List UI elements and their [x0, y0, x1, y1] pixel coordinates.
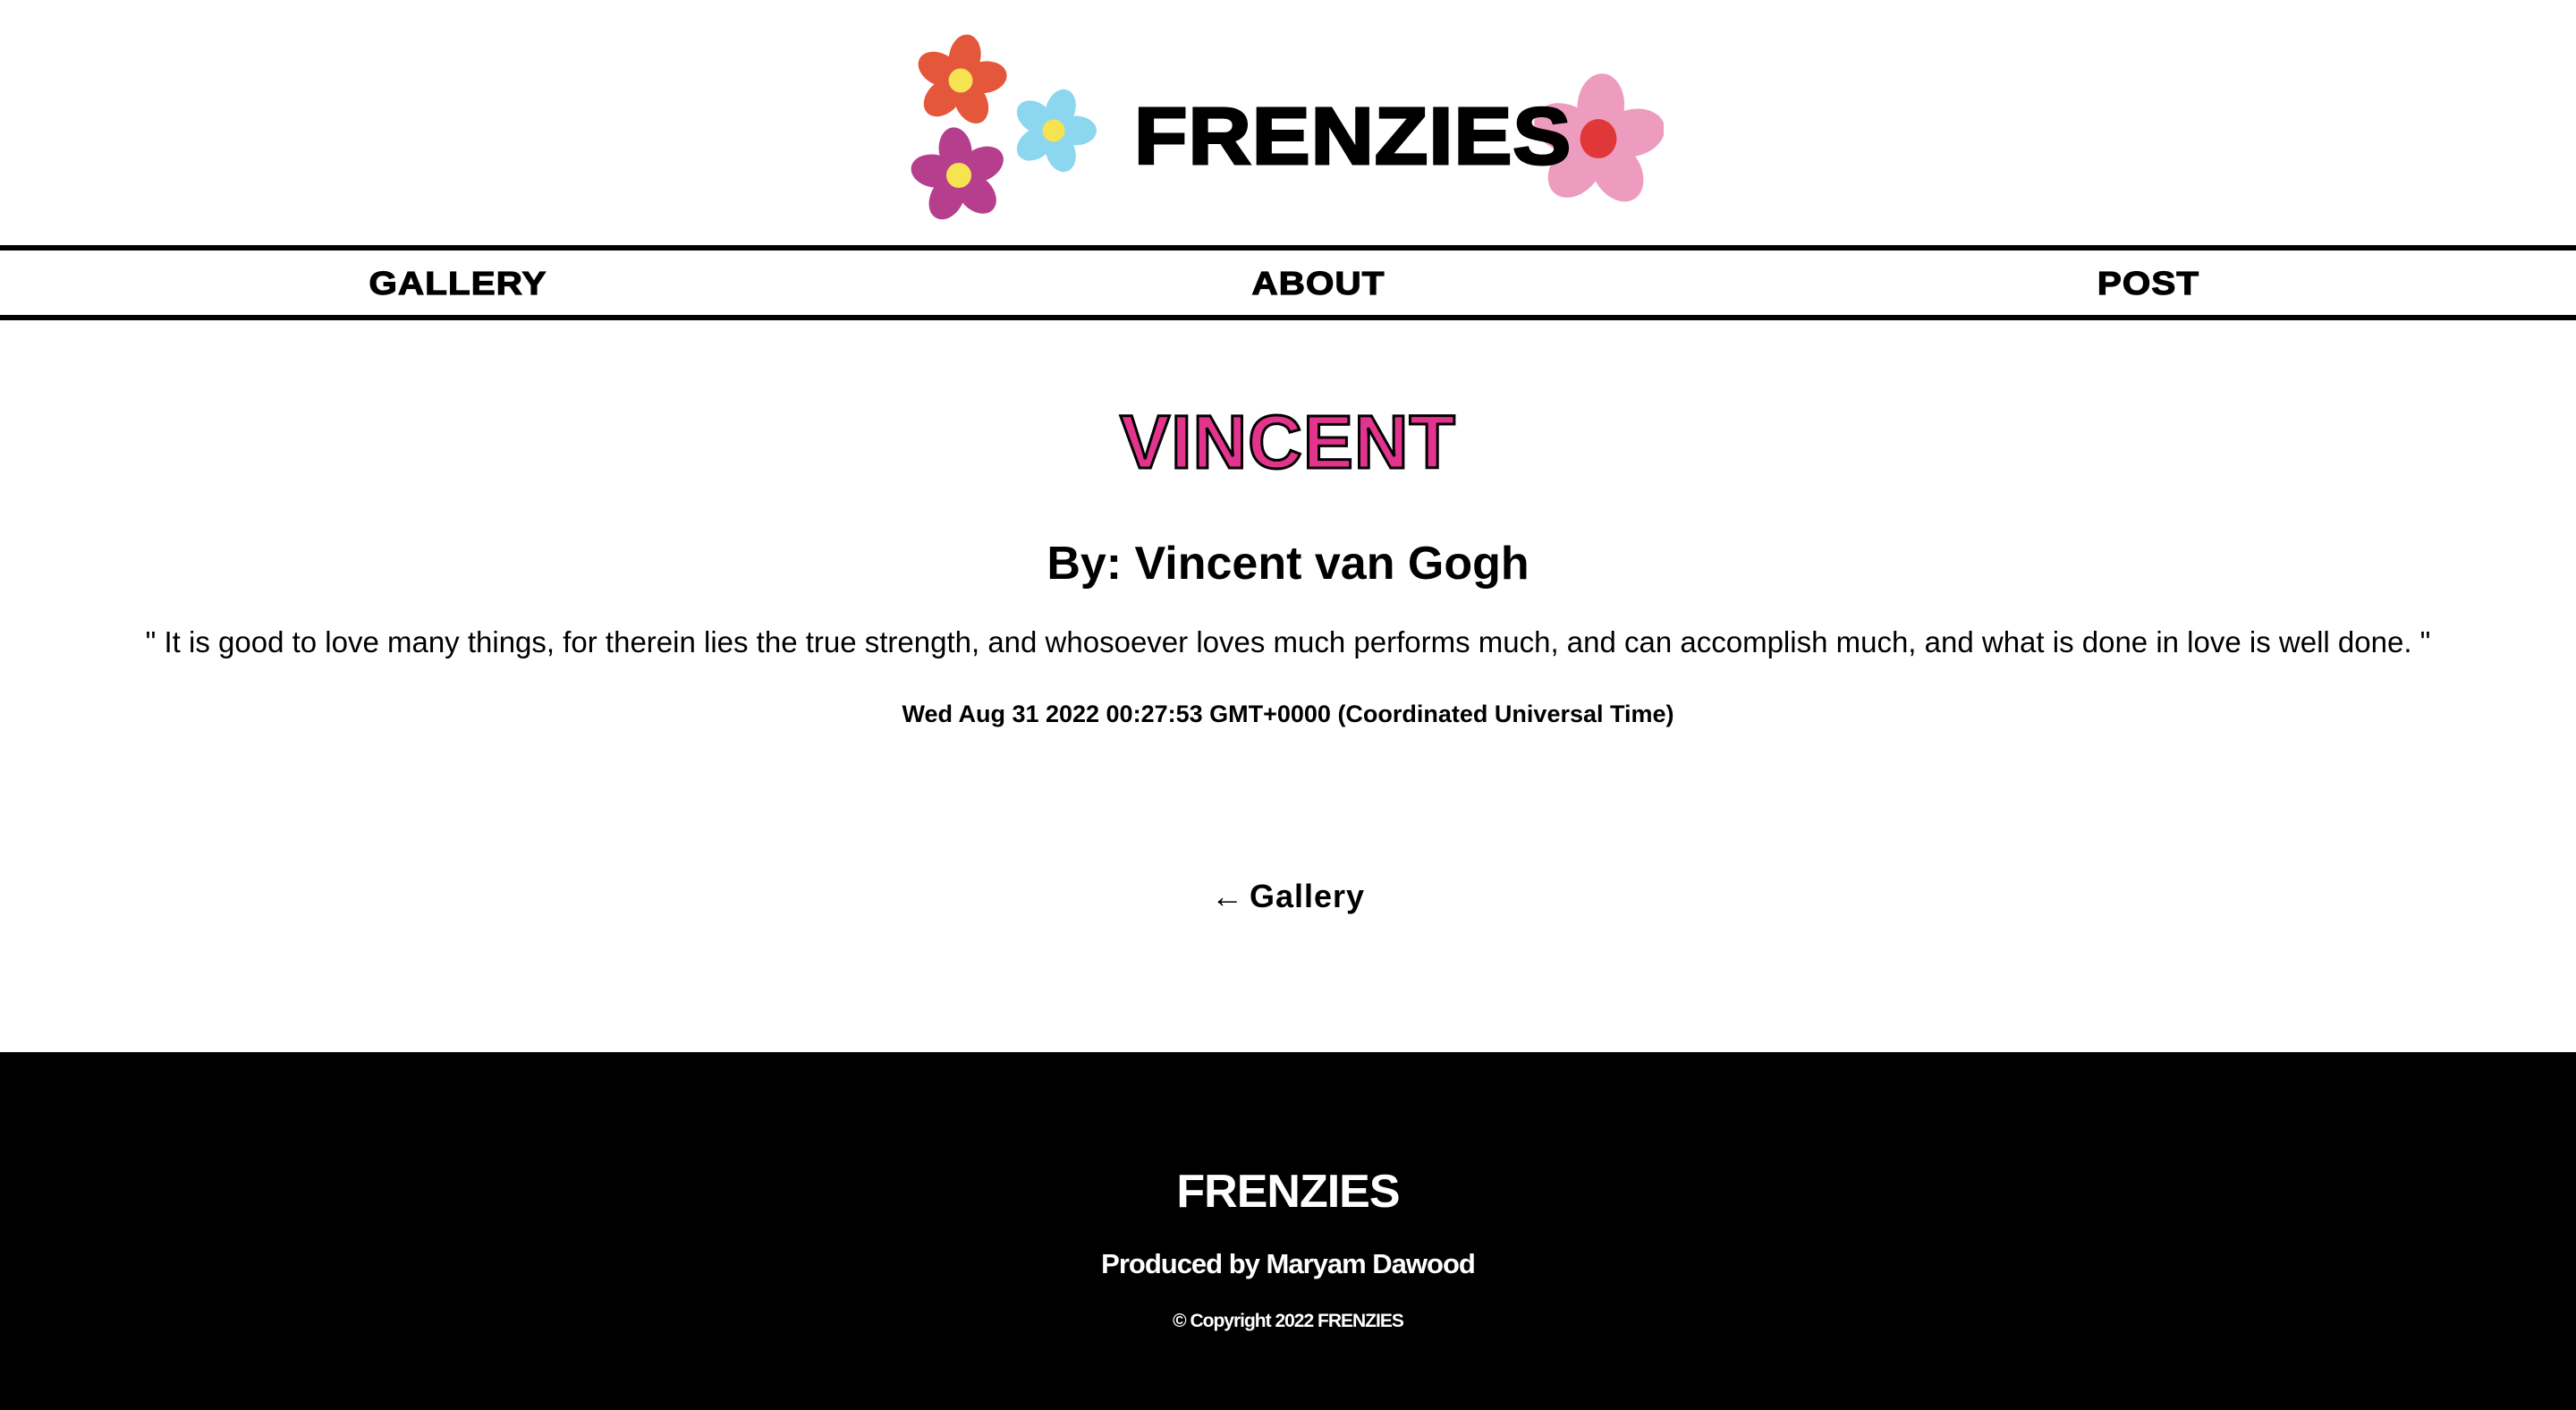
nav-gallery-link[interactable]: GALLERY — [358, 251, 558, 315]
post-title: VINCENT — [1119, 400, 1457, 484]
orange-flower-icon — [918, 34, 1007, 124]
main-nav: GALLERY ABOUT POST — [0, 245, 2576, 320]
blue-flower-icon — [1016, 89, 1097, 173]
purple-flower-icon — [911, 127, 1004, 220]
footer-credit: Produced by Maryam Dawood — [1101, 1248, 1476, 1279]
site-footer: FRENZIES Produced by Maryam Dawood © Cop… — [0, 1052, 2576, 1410]
nav-post-link[interactable]: POST — [2048, 251, 2249, 315]
back-to-gallery: ← Gallery — [0, 877, 2576, 915]
post-author: By: Vincent van Gogh — [1046, 538, 1530, 590]
left-arrow-icon: ← — [1210, 878, 1244, 914]
back-to-gallery-link[interactable]: ← Gallery — [1211, 878, 1365, 914]
back-link-label: Gallery — [1249, 878, 1366, 914]
site-logo-title[interactable]: FRENZIES — [1132, 96, 1572, 179]
footer-copyright: © Copyright 2022 FRENZIES — [1173, 1311, 1404, 1331]
post-quote: " It is good to love many things, for th… — [145, 625, 2431, 658]
site-header: FRENZIES — [0, 0, 2576, 245]
footer-brand: FRENZIES — [1176, 1166, 1400, 1218]
nav-about-link[interactable]: ABOUT — [1218, 251, 1419, 315]
post-timestamp: Wed Aug 31 2022 00:27:53 GMT+0000 (Coord… — [902, 701, 1674, 727]
